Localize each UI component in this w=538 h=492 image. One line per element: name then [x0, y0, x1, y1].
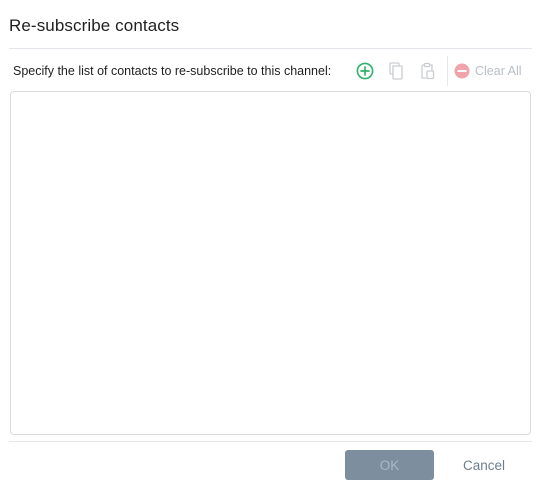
clear-all-label: Clear All [475, 64, 522, 78]
copy-button[interactable] [383, 58, 409, 84]
remove-circle-icon [454, 63, 470, 79]
copy-icon [389, 62, 403, 80]
toolbar-separator [447, 56, 448, 86]
add-contact-button[interactable] [352, 58, 378, 84]
paste-button[interactable] [414, 58, 440, 84]
cancel-button[interactable]: Cancel [446, 450, 522, 480]
footer-divider [9, 441, 532, 442]
dialog-title: Re-subscribe contacts [9, 16, 180, 35]
paste-icon [421, 62, 435, 80]
ok-button[interactable]: OK [345, 450, 434, 480]
list-toolbar: Clear All [352, 56, 522, 86]
header-divider [9, 48, 532, 49]
instruction-text: Specify the list of contacts to re-subsc… [13, 64, 332, 78]
resubscribe-dialog: Re-subscribe contacts Specify the list o… [0, 0, 538, 492]
add-circle-icon [356, 62, 374, 80]
contacts-list-input[interactable] [10, 91, 531, 435]
clear-all-button[interactable]: Clear All [454, 58, 522, 84]
